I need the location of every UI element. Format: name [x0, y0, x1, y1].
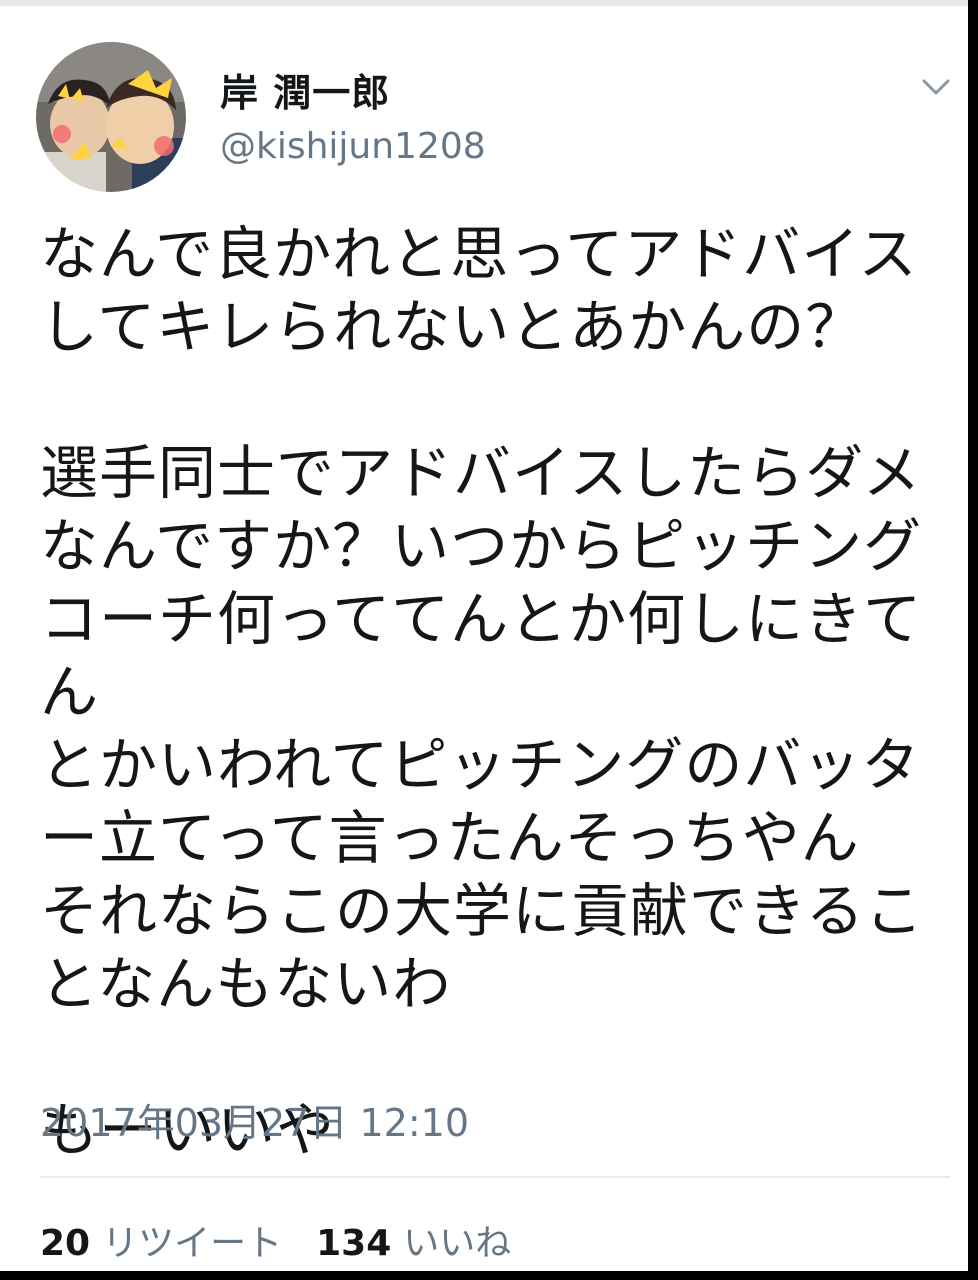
avatar-photo: [36, 42, 186, 192]
tweet-timestamp[interactable]: 2017年03月27日 12:10: [40, 1092, 469, 1147]
tweet-text: なんで良かれと思ってアドバイス してキレられないとあかんの？ 選手同士でアドバイ…: [40, 218, 960, 1167]
retweet-count: 20: [40, 1223, 91, 1264]
retweet-stat[interactable]: 20 リツイート: [40, 1214, 282, 1266]
tweet-paragraph: 選手同士でアドバイスしたらダメ なんですか？いつからピッチング コーチ何っててん…: [40, 439, 924, 1018]
like-stat[interactable]: 134 いいね: [316, 1214, 511, 1266]
like-label: いいね: [403, 1223, 512, 1264]
chevron-down-icon[interactable]: [918, 68, 954, 104]
retweet-label: リツイート: [102, 1223, 283, 1264]
display-name[interactable]: 岸 潤一郎: [220, 62, 390, 117]
tweet-paragraph: なんで良かれと思ってアドバイス してキレられないとあかんの？: [40, 220, 918, 361]
avatar[interactable]: [36, 42, 186, 192]
tweet-card: 岸 潤一郎 @kishijun1208 なんで良かれと思ってアドバイス してキレ…: [0, 0, 968, 1271]
user-handle[interactable]: @kishijun1208: [220, 126, 486, 167]
like-count: 134: [316, 1223, 392, 1264]
divider: [40, 1176, 950, 1178]
tweet-stats: 20 リツイート 134 いいね: [40, 1214, 511, 1266]
